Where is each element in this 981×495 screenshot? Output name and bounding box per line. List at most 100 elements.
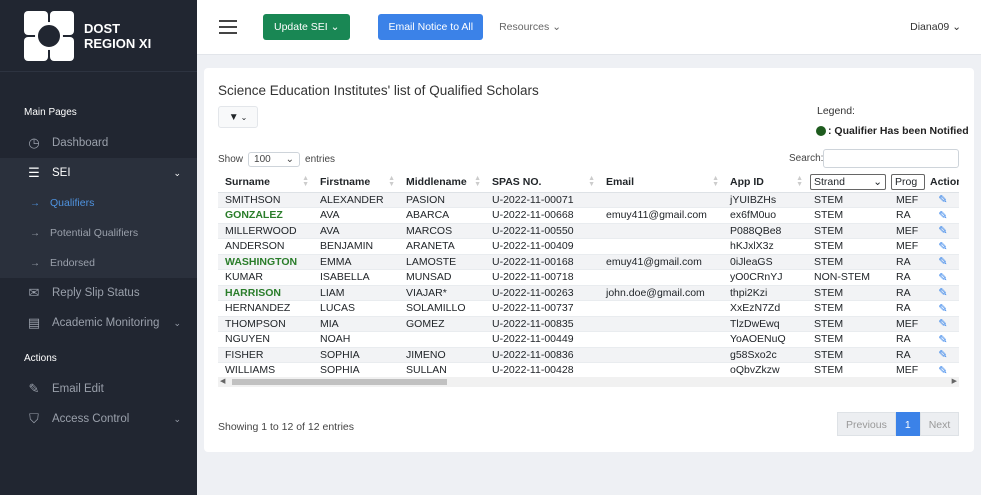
edit-icon[interactable]: ✎ — [938, 272, 947, 284]
edit-icon[interactable]: ✎ — [938, 318, 947, 330]
cell-prog: RA — [889, 207, 927, 224]
table-row: WASHINGTON EMMA LAMOSTE U-2022-11-00168 emuy… — [218, 254, 959, 270]
sidebar-item-label: Dashboard — [52, 137, 109, 149]
cell-email — [599, 316, 723, 332]
resources-label: Resources — [499, 21, 550, 33]
cell-action: ✎ — [927, 269, 959, 286]
update-sei-button[interactable]: Update SEI ⌄ — [263, 14, 351, 40]
cell-email — [599, 223, 723, 239]
column-header-surname[interactable]: Surname ▲ ▼ — [218, 172, 313, 193]
horizontal-scrollbar[interactable]: ◀ ▶ — [218, 377, 959, 387]
cell-action: ✎ — [927, 300, 959, 317]
cell-email — [599, 269, 723, 286]
scroll-right-icon[interactable]: ▶ — [952, 377, 957, 385]
edit-icon[interactable]: ✎ — [938, 365, 947, 376]
filter-button[interactable]: ▼ ⌄ — [218, 106, 258, 128]
arrow-right-icon: → — [30, 257, 40, 269]
cell-app-id: ex6fM0uo — [723, 207, 807, 224]
sidebar-item-label: Qualifiers — [50, 197, 95, 209]
strand-filter-select[interactable]: Strand ⌄ — [810, 173, 886, 190]
sidebar-item-sei[interactable]: ☰ SEI ⌄ — [0, 158, 197, 188]
cell-surname: WILLIAMS — [218, 362, 313, 376]
cell-surname: FISHER — [218, 347, 313, 363]
sidebar-item-access-control[interactable]: ⛉ Access Control ⌄ — [0, 404, 197, 434]
cell-app-id: P088QBe8 — [723, 223, 807, 239]
resources-dropdown[interactable]: Resources ⌄ — [499, 21, 561, 33]
edit-icon[interactable]: ✎ — [938, 210, 947, 222]
edit-icon[interactable]: ✎ — [938, 334, 947, 346]
sidebar-item-reply-slip[interactable]: ✉ Reply Slip Status — [0, 278, 197, 308]
sidebar-item-endorsed[interactable]: → Endorsed — [0, 248, 197, 278]
sidebar-item-email-edit[interactable]: ✎ Email Edit — [0, 374, 197, 404]
edit-icon[interactable]: ✎ — [938, 225, 947, 237]
cell-middlename: MUNSAD — [399, 269, 485, 286]
prog-filter-select[interactable]: Prog — [891, 173, 925, 190]
edit-icon[interactable]: ✎ — [938, 256, 947, 268]
search-label: Search: — [789, 153, 824, 164]
table-row: HERNANDEZ LUCAS SOLAMILLO U-2022-11-00737 Xx… — [218, 300, 959, 317]
search-input[interactable] — [823, 149, 959, 168]
scroll-left-icon[interactable]: ◀ — [220, 377, 225, 385]
list-icon: ☰ — [28, 165, 40, 180]
edit-icon[interactable]: ✎ — [938, 349, 947, 361]
edit-icon[interactable]: ✎ — [938, 287, 947, 299]
cell-surname: GONZALEZ — [218, 207, 313, 224]
cell-app-id: thpi2Kzi — [723, 285, 807, 301]
cell-action: ✎ — [927, 316, 959, 332]
hamburger-menu-icon[interactable] — [219, 16, 237, 38]
cell-surname: KUMAR — [218, 269, 313, 286]
cell-action: ✎ — [927, 331, 959, 348]
column-header-email[interactable]: Email ▲ ▼ — [599, 172, 723, 193]
document-icon: ▤ — [27, 315, 41, 330]
cell-firstname: MIA — [313, 316, 399, 332]
cell-app-id: jYUIBZHs — [723, 192, 807, 208]
cell-middlename: JIMENO — [399, 347, 485, 363]
table-header-row: Surname ▲ ▼ Firstname ▲ ▼ Middlename ▲ ▼ SPAS … — [218, 172, 959, 193]
cell-app-id: oQbvZkzw — [723, 362, 807, 376]
pagination: Previous 1 Next — [837, 412, 960, 436]
brand[interactable]: DOST REGION XI — [0, 0, 197, 72]
scrollbar-thumb[interactable] — [232, 379, 447, 385]
email-notice-button[interactable]: Email Notice to All — [378, 14, 484, 40]
sidebar-item-potential-qualifiers[interactable]: → Potential Qualifiers — [0, 218, 197, 248]
edit-icon[interactable]: ✎ — [938, 303, 947, 315]
sidebar-item-qualifiers[interactable]: → Qualifiers — [0, 188, 197, 218]
table-wrapper[interactable]: Surname ▲ ▼ Firstname ▲ ▼ Middlename ▲ ▼ SPAS … — [218, 172, 959, 376]
cell-spas-no: U-2022-11-00836 — [485, 347, 599, 363]
cell-spas-no: U-2022-11-00168 — [485, 254, 599, 270]
column-header-middlename[interactable]: Middlename ▲ ▼ — [399, 172, 485, 193]
brand-line2: REGION XI — [84, 35, 152, 51]
entries-select[interactable]: 100 ⌄ — [248, 152, 301, 167]
cell-app-id: g58Sxo2c — [723, 347, 807, 363]
entries-select-value: 100 — [254, 154, 271, 165]
sort-icon: ▲ ▼ — [302, 175, 309, 188]
table-row: THOMPSON MIA GOMEZ U-2022-11-00835 TlzDwEwq S… — [218, 316, 959, 332]
cell-action: ✎ — [927, 347, 959, 363]
chevron-down-icon: ⌄ — [552, 21, 561, 33]
column-header-app-id[interactable]: App ID ▲ ▼ — [723, 172, 807, 193]
sidebar: DOST REGION XI Main Pages ◷ Dashboard ☰ … — [0, 0, 197, 495]
column-header-prog[interactable]: Prog — [889, 172, 927, 193]
column-header-strand[interactable]: Strand ⌄ — [807, 172, 889, 193]
user-dropdown[interactable]: Diana09 ⌄ — [910, 21, 961, 33]
cell-firstname: NOAH — [313, 331, 399, 348]
sidebar-item-dashboard[interactable]: ◷ Dashboard — [0, 128, 197, 158]
topbar: Update SEI ⌄ Email Notice to All Resourc… — [197, 0, 981, 55]
update-sei-label: Update SEI — [274, 21, 328, 33]
column-header-spas-no[interactable]: SPAS NO. ▲ ▼ — [485, 172, 599, 193]
cell-strand: STEM — [807, 238, 889, 255]
previous-button[interactable]: Previous — [837, 412, 896, 436]
sidebar-item-academic-monitoring[interactable]: ▤ Academic Monitoring ⌄ — [0, 308, 197, 338]
cell-prog: MEF — [889, 238, 927, 255]
edit-icon[interactable]: ✎ — [938, 241, 947, 253]
next-button[interactable]: Next — [919, 412, 960, 436]
sidebar-item-label: Access Control — [52, 413, 130, 425]
cell-action: ✎ — [927, 223, 959, 239]
edit-icon[interactable]: ✎ — [938, 194, 947, 206]
column-header-firstname[interactable]: Firstname ▲ ▼ — [313, 172, 399, 193]
table-body: SMITHSON ALEXANDER PASION U-2022-11-00071 jY… — [218, 192, 959, 376]
page-button-1[interactable]: 1 — [895, 412, 920, 436]
sidebar-heading-actions: Actions — [24, 353, 57, 364]
cell-prog: RA — [889, 285, 927, 301]
sidebar-item-label: Potential Qualifiers — [50, 227, 139, 239]
